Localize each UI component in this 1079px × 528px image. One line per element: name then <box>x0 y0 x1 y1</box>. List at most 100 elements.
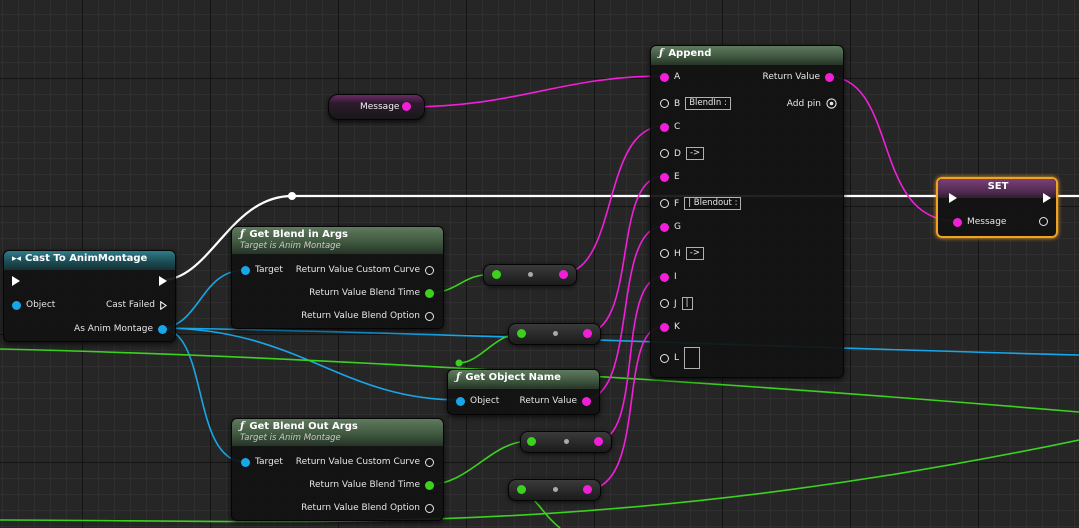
get-blend-in-curve-pin[interactable]: Return Value Custom Curve <box>291 265 434 275</box>
get-blend-out-time-label: Return Value Blend Time <box>309 480 420 490</box>
get-object-name-return-pin[interactable]: Return Value <box>515 396 591 406</box>
append-pin-c[interactable]: C <box>660 122 682 132</box>
get-blend-out-time-pin[interactable]: Return Value Blend Time <box>304 480 434 490</box>
append-pin-b[interactable]: B BlendIn : <box>660 97 731 110</box>
object-wire-to-get-object-name[interactable] <box>159 327 461 401</box>
reroute-2-output-pin[interactable] <box>583 329 592 338</box>
cast-as-anim-montage-pin[interactable]: As Anim Montage <box>69 324 167 334</box>
append-pin-label: J <box>674 298 677 309</box>
reroute-4-input-pin[interactable] <box>517 485 526 494</box>
append-pin-label: B <box>674 98 681 109</box>
get-blend-out-option-label: Return Value Blend Option <box>301 503 420 513</box>
message-variable-label: Message <box>360 102 400 112</box>
reroute-node-2[interactable] <box>508 323 601 345</box>
set-exec-in[interactable] <box>949 193 957 203</box>
reroute-3-output-pin[interactable] <box>594 437 603 446</box>
cast-object-pin[interactable]: Object <box>12 300 60 310</box>
get-object-name-node[interactable]: ƒ Get Object Name Object Return Value <box>447 369 600 415</box>
append-title: Append <box>668 48 712 59</box>
get-object-name-header[interactable]: ƒ Get Object Name <box>448 370 599 389</box>
set-message-input-pin[interactable]: Message <box>953 217 1011 227</box>
exec-wire-knot[interactable] <box>288 192 296 200</box>
append-add-pin-label: Add pin <box>786 98 821 109</box>
get-blend-in-time-pin[interactable]: Return Value Blend Time <box>304 288 434 298</box>
append-return-label: Return Value <box>762 72 820 82</box>
get-blend-in-option-label: Return Value Blend Option <box>301 311 420 321</box>
get-object-name-object-label: Object <box>470 396 500 406</box>
append-pin-label: G <box>674 222 681 232</box>
append-pin-l[interactable]: L <box>660 347 701 369</box>
get-blend-out-curve-label: Return Value Custom Curve <box>295 457 420 467</box>
get-blend-out-header[interactable]: ƒ Get Blend Out Args Target is Anim Monta… <box>232 419 443 446</box>
reroute-node-3[interactable] <box>520 431 612 453</box>
append-pin-d[interactable]: D -> <box>660 147 705 160</box>
string-wire-message-to-a[interactable] <box>404 75 665 108</box>
function-icon: ƒ <box>659 48 664 59</box>
set-node-title: SET <box>987 181 1009 192</box>
append-pin-h[interactable]: H -> <box>660 247 704 260</box>
append-pin-g[interactable]: G <box>660 222 683 232</box>
set-message-output-pin[interactable] <box>1039 217 1048 226</box>
cast-exec-out[interactable] <box>159 276 167 286</box>
append-pin-label: F <box>674 198 680 209</box>
append-pin-label: A <box>674 72 681 82</box>
append-pin-k[interactable]: K <box>660 322 682 332</box>
append-pin-default-value-field[interactable]: BlendIn : <box>685 97 731 110</box>
cast-as-anim-montage-label: As Anim Montage <box>74 324 153 334</box>
message-variable-node[interactable]: Message <box>328 94 425 120</box>
message-variable-output-pin[interactable] <box>402 102 411 111</box>
cast-failed-label: Cast Failed <box>106 300 155 310</box>
cast-node-title: Cast To AnimMontage <box>25 253 148 264</box>
reroute-1-input-pin[interactable] <box>492 270 501 279</box>
set-message-node[interactable]: SET Message <box>936 177 1058 238</box>
append-pin-default-value-field[interactable]: -> <box>685 147 705 160</box>
append-pin-label: D <box>674 148 681 159</box>
reroute-node-4[interactable] <box>508 479 601 501</box>
get-blend-out-title: Get Blend Out Args <box>249 421 358 432</box>
append-pin-label: C <box>674 122 681 132</box>
append-pin-label: L <box>674 353 680 363</box>
get-blend-out-curve-pin[interactable]: Return Value Custom Curve <box>291 457 434 467</box>
append-node[interactable]: ƒ Append A B BlendIn : C D -> E F | Blendout : G H-… <box>650 45 844 378</box>
append-pin-a[interactable]: A <box>660 72 682 82</box>
float-wire-knot[interactable] <box>455 359 463 367</box>
append-pin-label: E <box>674 172 680 182</box>
cast-object-label: Object <box>26 300 56 310</box>
reroute-3-input-pin[interactable] <box>527 437 536 446</box>
get-blend-in-header[interactable]: ƒ Get Blend in Args Target is Anim Montag… <box>232 227 443 254</box>
cast-node-header[interactable]: ▸◂ Cast To AnimMontage <box>4 251 175 270</box>
get-blend-out-args-node[interactable]: ƒ Get Blend Out Args Target is Anim Monta… <box>231 418 444 521</box>
string-wire-reroute-1-to-c[interactable] <box>559 125 665 275</box>
cast-exec-in[interactable] <box>12 276 20 286</box>
append-pin-default-value-field[interactable]: | <box>681 297 693 310</box>
append-pin-j[interactable]: J | <box>660 297 693 310</box>
cast-failed-pin[interactable]: Cast Failed <box>101 300 167 310</box>
append-add-pin-button[interactable]: Add pin <box>782 98 837 109</box>
get-blend-out-target-label: Target <box>255 457 283 467</box>
append-pin-label: K <box>674 322 680 332</box>
append-return-pin[interactable]: Return Value <box>758 72 834 82</box>
get-blend-in-target-pin[interactable]: Target <box>241 265 288 275</box>
append-pin-i[interactable]: I <box>660 272 679 282</box>
append-header[interactable]: ƒ Append <box>651 46 843 65</box>
get-object-name-return-label: Return Value <box>519 396 577 406</box>
function-icon: ƒ <box>240 229 245 240</box>
cast-to-anim-montage-node[interactable]: ▸◂ Cast To AnimMontage Object Cast Failed… <box>3 250 176 342</box>
append-pin-f[interactable]: F | Blendout : <box>660 197 742 210</box>
get-blend-out-option-pin[interactable]: Return Value Blend Option <box>296 503 434 513</box>
reroute-4-output-pin[interactable] <box>583 485 592 494</box>
set-exec-out[interactable] <box>1043 193 1051 203</box>
reroute-node-1[interactable] <box>483 264 577 286</box>
reroute-1-output-pin[interactable] <box>559 270 568 279</box>
get-object-name-object-pin[interactable]: Object <box>456 396 504 406</box>
reroute-2-input-pin[interactable] <box>517 329 526 338</box>
get-blend-out-target-pin[interactable]: Target <box>241 457 288 467</box>
append-pin-default-value-field[interactable] <box>684 347 701 369</box>
function-icon: ƒ <box>456 372 461 383</box>
append-pin-e[interactable]: E <box>660 172 682 182</box>
get-blend-in-args-node[interactable]: ƒ Get Blend in Args Target is Anim Montag… <box>231 226 444 329</box>
append-pin-default-value-field[interactable]: | Blendout : <box>684 197 742 210</box>
get-object-name-title: Get Object Name <box>465 372 561 383</box>
get-blend-in-option-pin[interactable]: Return Value Blend Option <box>296 311 434 321</box>
append-pin-default-value-field[interactable]: -> <box>685 247 704 260</box>
